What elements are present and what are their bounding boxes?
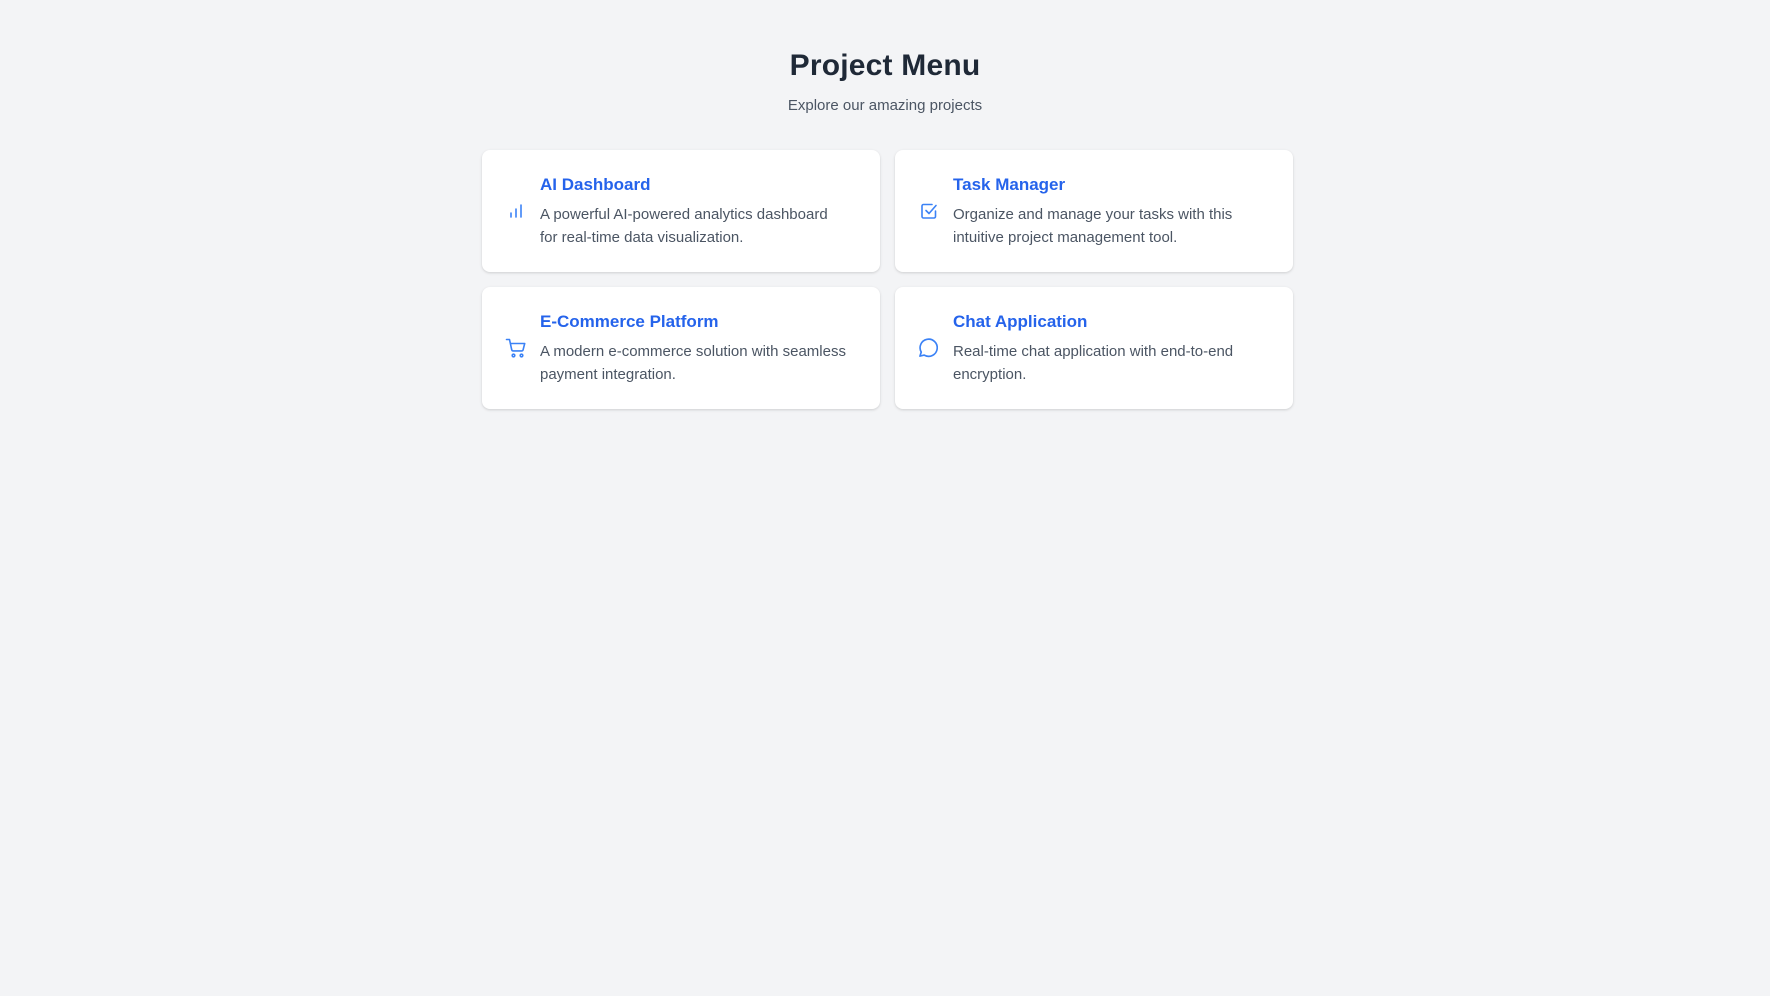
project-description: Organize and manage your tasks with this… bbox=[953, 203, 1232, 249]
project-description-line: intuitive project management tool. bbox=[953, 229, 1178, 246]
project-description: A powerful AI-powered analytics dashboar… bbox=[540, 203, 828, 249]
project-description-line: A powerful AI-powered analytics dashboar… bbox=[540, 206, 828, 223]
project-card-body: AI Dashboard A powerful AI-powered analy… bbox=[540, 173, 828, 249]
checkbox-icon bbox=[917, 199, 941, 223]
shopping-cart-icon bbox=[504, 336, 528, 360]
page-title: Project Menu bbox=[789, 49, 981, 82]
project-card-body: Chat Application Real-time chat applicat… bbox=[953, 310, 1233, 386]
project-description-line: A modern e-commerce solution with seamle… bbox=[540, 343, 846, 360]
project-grid: AI Dashboard A powerful AI-powered analy… bbox=[482, 150, 1293, 409]
project-title[interactable]: E-Commerce Platform bbox=[540, 310, 846, 334]
project-card-chat-application[interactable]: Chat Application Real-time chat applicat… bbox=[895, 287, 1293, 409]
project-card-e-commerce[interactable]: E-Commerce Platform A modern e-commerce … bbox=[482, 287, 880, 409]
project-title[interactable]: AI Dashboard bbox=[540, 173, 828, 197]
project-title[interactable]: Chat Application bbox=[953, 310, 1233, 334]
project-description: Real-time chat application with end-to-e… bbox=[953, 340, 1233, 386]
project-card-body: Task Manager Organize and manage your ta… bbox=[953, 173, 1232, 249]
page-header: Project Menu Explore our amazing project… bbox=[0, 0, 1770, 117]
project-description-line: payment integration. bbox=[540, 366, 676, 383]
project-card-ai-dashboard[interactable]: AI Dashboard A powerful AI-powered analy… bbox=[482, 150, 880, 272]
project-description-line: Organize and manage your tasks with this bbox=[953, 206, 1233, 223]
project-description-line: for real-time data visualization. bbox=[540, 229, 744, 246]
project-card-task-manager[interactable]: Task Manager Organize and manage your ta… bbox=[895, 150, 1293, 272]
project-description: A modern e-commerce solution with seamle… bbox=[540, 340, 846, 386]
page-subtitle: Explore our amazing projects bbox=[787, 97, 983, 114]
project-description-line: encryption. bbox=[953, 366, 1027, 383]
project-description-line: Real-time chat application with end-to-e… bbox=[953, 343, 1234, 360]
chat-bubble-icon bbox=[917, 336, 941, 360]
project-title[interactable]: Task Manager bbox=[953, 173, 1232, 197]
project-card-body: E-Commerce Platform A modern e-commerce … bbox=[540, 310, 846, 386]
bar-chart-icon bbox=[504, 199, 528, 223]
